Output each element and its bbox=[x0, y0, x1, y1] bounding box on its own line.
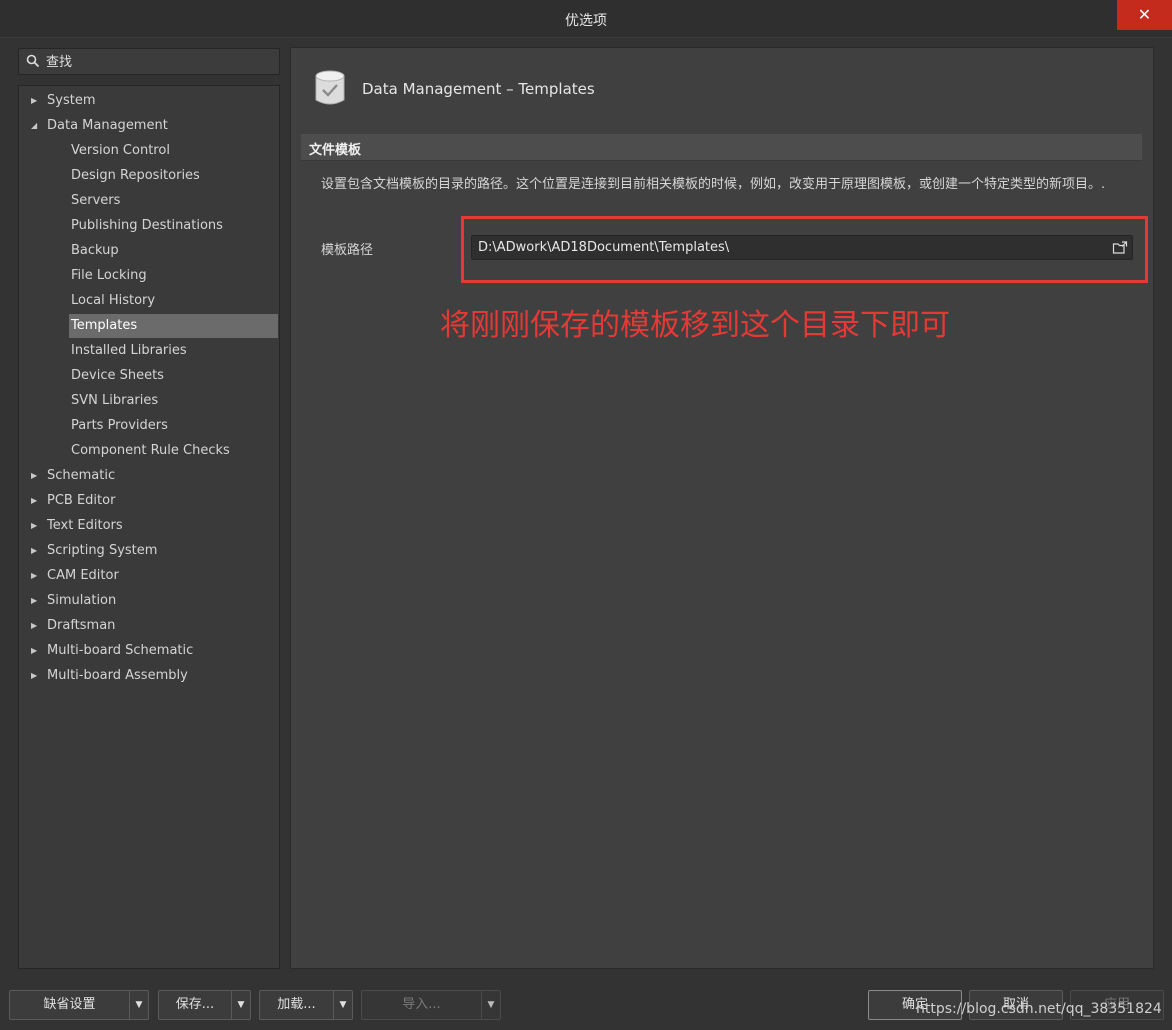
section-title: 文件模板 bbox=[309, 143, 362, 158]
tree-item[interactable]: Local History bbox=[19, 289, 279, 313]
tree-item-label: Design Repositories bbox=[71, 168, 200, 183]
load-split-button[interactable]: 加载... ▼ bbox=[259, 990, 353, 1020]
tree-item-label: Device Sheets bbox=[71, 368, 164, 383]
tree-item-label: Schematic bbox=[47, 468, 116, 483]
expand-arrow-icon[interactable]: ▶ bbox=[31, 514, 41, 538]
import-split-button[interactable]: 导入... ▼ bbox=[361, 990, 501, 1020]
tree-item[interactable]: Installed Libraries bbox=[19, 339, 279, 363]
tree-item[interactable]: ▶ Scripting System bbox=[19, 539, 279, 563]
expand-arrow-icon[interactable]: ▶ bbox=[31, 539, 41, 563]
collapse-arrow-icon[interactable]: ◢ bbox=[31, 114, 41, 138]
tree-item-label: Version Control bbox=[71, 143, 170, 158]
tree-item[interactable]: ▶ Schematic bbox=[19, 464, 279, 488]
tree-item[interactable]: SVN Libraries bbox=[19, 389, 279, 413]
expand-arrow-icon[interactable]: ▶ bbox=[31, 89, 41, 113]
tree-item[interactable]: Design Repositories bbox=[19, 164, 279, 188]
expand-arrow-icon[interactable]: ▶ bbox=[31, 464, 41, 488]
tree-item-label: Scripting System bbox=[47, 543, 158, 558]
tree-item[interactable]: Templates bbox=[69, 314, 278, 338]
tree-item[interactable]: ▶ Draftsman bbox=[19, 614, 279, 638]
tree-item-label: SVN Libraries bbox=[71, 393, 159, 408]
expand-arrow-icon[interactable]: ▶ bbox=[31, 589, 41, 613]
tree-item-label: Backup bbox=[71, 243, 119, 258]
save-dropdown-icon[interactable]: ▼ bbox=[231, 990, 251, 1020]
tree-item[interactable]: ◢ Data Management bbox=[19, 114, 279, 138]
tree-item[interactable]: ▶ PCB Editor bbox=[19, 489, 279, 513]
tree-item-label: Local History bbox=[71, 293, 156, 308]
load-button[interactable]: 加载... bbox=[259, 990, 333, 1020]
expand-arrow-icon[interactable]: ▶ bbox=[31, 564, 41, 588]
tree-item[interactable]: Publishing Destinations bbox=[19, 214, 279, 238]
section-header: 文件模板 bbox=[301, 134, 1142, 161]
tree-item[interactable]: Device Sheets bbox=[19, 364, 279, 388]
annotation-highlight-box bbox=[461, 216, 1148, 283]
save-split-button[interactable]: 保存... ▼ bbox=[158, 990, 251, 1020]
section-description: 设置包含文档模板的目录的路径。这个位置是连接到目前相关模板的时候，例如，改变用于… bbox=[321, 177, 1106, 192]
page-title: Data Management – Templates bbox=[362, 80, 595, 98]
close-button[interactable]: ✕ bbox=[1117, 0, 1172, 30]
tree-item[interactable]: ▶ CAM Editor bbox=[19, 564, 279, 588]
tree-item-label: Installed Libraries bbox=[71, 343, 187, 358]
tree-item[interactable]: Parts Providers bbox=[19, 414, 279, 438]
watermark: https://blog.csdn.net/qq_38351824 bbox=[916, 1001, 1162, 1017]
window-title: 优选项 bbox=[565, 13, 607, 29]
tree-item[interactable]: ▶ Text Editors bbox=[19, 514, 279, 538]
tree-item-label: File Locking bbox=[71, 268, 147, 283]
tree-item-label: Draftsman bbox=[47, 618, 116, 633]
tree-item-label: Servers bbox=[71, 193, 121, 208]
tree-item-label: CAM Editor bbox=[47, 568, 119, 583]
expand-arrow-icon[interactable]: ▶ bbox=[31, 664, 41, 688]
tree-item[interactable]: Component Rule Checks bbox=[19, 439, 279, 463]
expand-arrow-icon[interactable]: ▶ bbox=[31, 489, 41, 513]
load-dropdown-icon[interactable]: ▼ bbox=[333, 990, 353, 1020]
tree-item[interactable]: Servers bbox=[19, 189, 279, 213]
tree-item[interactable]: ▶ System bbox=[19, 89, 279, 113]
template-path-label: 模板路径 bbox=[321, 243, 374, 258]
tree-item-label: Data Management bbox=[47, 118, 168, 133]
tree-item-label: Component Rule Checks bbox=[71, 443, 230, 458]
search-box[interactable] bbox=[18, 48, 280, 75]
save-button[interactable]: 保存... bbox=[158, 990, 231, 1020]
preferences-tree[interactable]: ▶ System ◢ Data Management Version Control De… bbox=[18, 85, 280, 969]
tree-item[interactable]: Version Control bbox=[19, 139, 279, 163]
defaults-button[interactable]: 缺省设置 bbox=[9, 990, 129, 1020]
annotation-text: 将刚刚保存的模板移到这个目录下即可 bbox=[440, 308, 950, 343]
import-button[interactable]: 导入... bbox=[361, 990, 481, 1020]
tree-item[interactable]: ▶ Multi-board Assembly bbox=[19, 664, 279, 688]
import-dropdown-icon[interactable]: ▼ bbox=[481, 990, 501, 1020]
tree-item-label: Text Editors bbox=[47, 518, 123, 533]
tree-item[interactable]: Backup bbox=[19, 239, 279, 263]
title-bar: 优选项 ✕ bbox=[0, 0, 1172, 38]
tree-item[interactable]: ▶ Multi-board Schematic bbox=[19, 639, 279, 663]
defaults-dropdown-icon[interactable]: ▼ bbox=[129, 990, 149, 1020]
search-input[interactable] bbox=[46, 53, 274, 71]
tree-item-label: PCB Editor bbox=[47, 493, 116, 508]
search-icon bbox=[26, 54, 40, 68]
tree-item-label: Parts Providers bbox=[71, 418, 168, 433]
expand-arrow-icon[interactable]: ▶ bbox=[31, 639, 41, 663]
templates-database-icon bbox=[315, 70, 345, 105]
tree-item-label: Simulation bbox=[47, 593, 117, 608]
tree-item-label: Publishing Destinations bbox=[71, 218, 223, 233]
tree-item-label: Multi-board Assembly bbox=[47, 668, 188, 683]
defaults-split-button[interactable]: 缺省设置 ▼ bbox=[9, 990, 149, 1020]
tree-item[interactable]: File Locking bbox=[19, 264, 279, 288]
tree-item-label: Templates bbox=[71, 318, 138, 333]
tree-item-label: Multi-board Schematic bbox=[47, 643, 194, 658]
tree-item[interactable]: ▶ Simulation bbox=[19, 589, 279, 613]
expand-arrow-icon[interactable]: ▶ bbox=[31, 614, 41, 638]
tree-item-label: System bbox=[47, 93, 96, 108]
